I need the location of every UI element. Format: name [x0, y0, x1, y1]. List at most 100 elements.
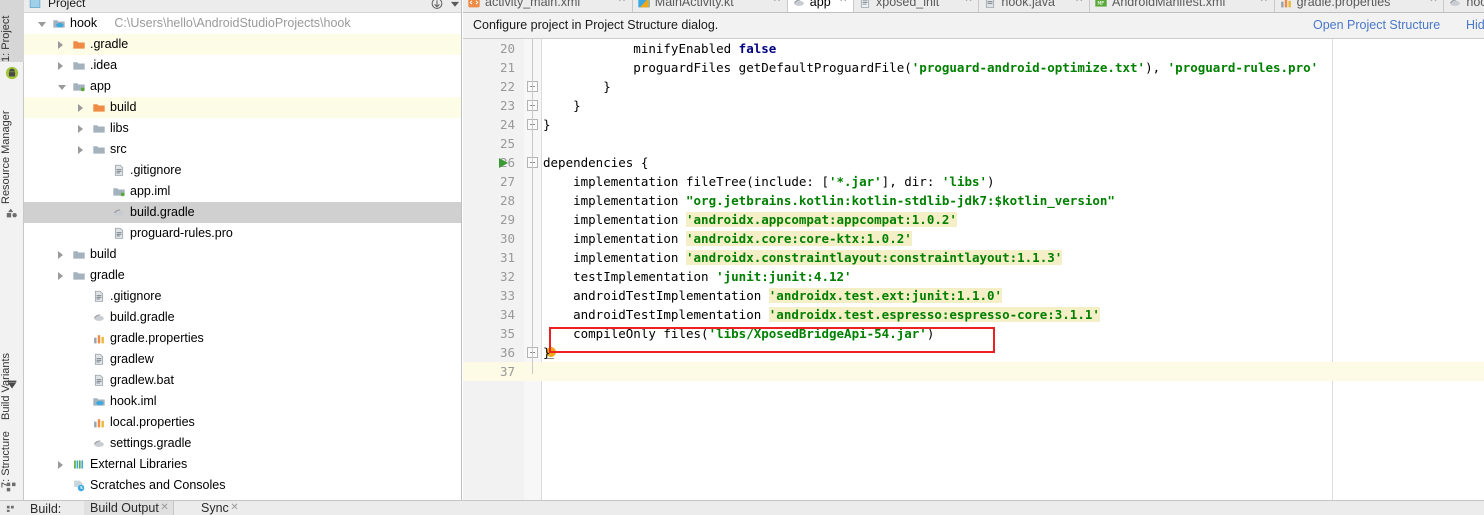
tree-item-external-libraries[interactable]: External Libraries	[24, 454, 461, 475]
project-panel-header: Project	[24, 0, 462, 13]
editor-tab-label: activity_main.xml	[485, 0, 581, 9]
chevron-right-icon[interactable]	[58, 62, 63, 70]
tree-item-hook-iml[interactable]: hook.iml	[24, 391, 461, 412]
chevron-down-icon[interactable]	[38, 22, 46, 27]
editor-tab-hook[interactable]: hook✕	[1444, 0, 1484, 12]
close-icon[interactable]: ✕	[1075, 0, 1085, 5]
editor-tab-mainactivity-kt[interactable]: MainActivity.kt ✕	[633, 0, 788, 12]
tree-item-label: settings.gradle	[110, 436, 192, 450]
toolwindow-button-resource-manager[interactable]: Resource Manager	[0, 86, 24, 204]
tree-item-app[interactable]: app	[24, 76, 461, 97]
code-editor[interactable]: 20 minifyEnabled false 21 proguardFiles g…	[463, 39, 1484, 500]
chevron-down-icon[interactable]	[58, 85, 66, 90]
editor-tab-activity-main-xml[interactable]: activity_main.xml ✕	[463, 0, 633, 12]
open-project-structure-link[interactable]: Open Project Structure	[1313, 18, 1440, 32]
code-line-29[interactable]: 29 implementation 'androidx.appcompat:ap…	[463, 210, 1484, 229]
close-icon[interactable]: ✕	[773, 0, 783, 5]
tree-item-label: hook.iml	[110, 394, 157, 408]
tree-item--gitignore[interactable]: .gitignore	[24, 286, 461, 307]
code-line-32[interactable]: 32 testImplementation 'junit:junit:4.12'	[463, 267, 1484, 286]
tree-item--gradle[interactable]: .gradle	[24, 34, 461, 55]
status-tab-build-output[interactable]: Build Output ✕	[84, 501, 174, 515]
collapse-all-icon[interactable]	[430, 0, 444, 10]
close-icon[interactable]: ✕	[160, 503, 168, 513]
editor-tab-label: xposed_init	[876, 0, 940, 9]
tree-item-hook[interactable]: hook C:\Users\hello\AndroidStudioProjects…	[24, 13, 461, 34]
tree-item-src[interactable]: src	[24, 139, 461, 160]
tree-item-build[interactable]: build	[24, 97, 461, 118]
line-number: 32	[499, 269, 515, 284]
code-line-23[interactable]: 23 }	[463, 96, 1484, 115]
tree-item-proguard-rules-pro[interactable]: proguard-rules.pro	[24, 223, 461, 244]
tree-item-build[interactable]: build	[24, 244, 461, 265]
show-toolwindows-icon[interactable]	[5, 503, 17, 514]
project-tree[interactable]: hook C:\Users\hello\AndroidStudioProjects…	[24, 13, 461, 496]
editor-tab-app[interactable]: app ✕	[787, 0, 854, 12]
editor-tab-xposed-init[interactable]: xposed_init ✕	[854, 0, 980, 12]
close-icon[interactable]: ✕	[964, 0, 974, 5]
tree-item--idea[interactable]: .idea	[24, 55, 461, 76]
code-text: implementation fileTree(include: ['*.jar…	[543, 174, 995, 189]
tree-item-gradlew-bat[interactable]: gradlew.bat	[24, 370, 461, 391]
tree-item-libs[interactable]: libs	[24, 118, 461, 139]
code-line-24[interactable]: 24}	[463, 115, 1484, 134]
tree-item--gitignore[interactable]: .gitignore	[24, 160, 461, 181]
code-line-30[interactable]: 30 implementation 'androidx.core:core-kt…	[463, 229, 1484, 248]
tree-item-gradlew[interactable]: gradlew	[24, 349, 461, 370]
chevron-right-icon[interactable]	[78, 125, 83, 133]
code-line-22[interactable]: 22 }	[463, 77, 1484, 96]
chevron-right-icon[interactable]	[78, 104, 83, 112]
code-line-31[interactable]: 31 implementation 'androidx.constraintla…	[463, 248, 1484, 267]
gradle-icon	[114, 209, 124, 216]
close-icon[interactable]: ✕	[230, 503, 238, 513]
editor-tab-gradle-properties[interactable]: gradle.properties ✕	[1275, 0, 1445, 12]
code-line-37[interactable]: 37	[463, 362, 1484, 381]
status-tab-sync[interactable]: Sync ✕	[195, 501, 243, 515]
chevron-right-icon[interactable]	[78, 146, 83, 154]
chevron-right-icon[interactable]	[58, 251, 63, 259]
tree-item-build-gradle[interactable]: build.gradle	[24, 307, 461, 328]
tree-item-local-properties[interactable]: local.properties	[24, 412, 461, 433]
code-line-28[interactable]: 28 implementation "org.jetbrains.kotlin:…	[463, 191, 1484, 210]
code-line-33[interactable]: 33 androidTestImplementation 'androidx.t…	[463, 286, 1484, 305]
tree-item-scratches-and-consoles[interactable]: Scratches and Consoles	[24, 475, 461, 496]
tree-item-build-gradle[interactable]: build.gradle	[24, 202, 461, 223]
toolwindow-button-structure[interactable]: 7: Structure	[0, 404, 24, 488]
tree-item-gradle[interactable]: gradle	[24, 265, 461, 286]
chevron-right-icon[interactable]	[58, 41, 63, 49]
code-line-26[interactable]: 26 dependencies {	[463, 153, 1484, 172]
close-icon[interactable]: ✕	[839, 0, 849, 5]
run-gutter-icon[interactable]	[499, 158, 508, 168]
editor-notification-bar: Configure project in Project Structure d…	[463, 13, 1484, 39]
chevron-right-icon[interactable]	[58, 461, 63, 469]
resource-manager-icon	[6, 208, 17, 218]
gradle-icon	[1450, 0, 1461, 6]
android-studio-window: 1: Project Resource Manager Build Varian…	[0, 0, 1484, 515]
status-build-label[interactable]: Build:	[30, 502, 61, 515]
gradle-icon	[793, 0, 804, 6]
code-line-21[interactable]: 21 proguardFiles getDefaultProguardFile(…	[463, 58, 1484, 77]
close-icon[interactable]: ✕	[1429, 0, 1439, 5]
tree-item-gradle-properties[interactable]: gradle.properties	[24, 328, 461, 349]
code-line-27[interactable]: 27 implementation fileTree(include: ['*.…	[463, 172, 1484, 191]
code-line-25[interactable]: 25	[463, 134, 1484, 153]
close-icon[interactable]: ✕	[618, 0, 628, 5]
tree-item-label: local.properties	[110, 415, 195, 429]
code-line-34[interactable]: 34 androidTestImplementation 'androidx.t…	[463, 305, 1484, 324]
toolwindow-button-project[interactable]: 1: Project	[0, 0, 24, 62]
chevron-right-icon[interactable]	[58, 272, 63, 280]
editor-tab-label: hook	[1466, 0, 1484, 9]
tree-item-label: app	[90, 79, 111, 93]
settings-gear-icon[interactable]	[448, 0, 462, 10]
close-icon[interactable]: ✕	[1260, 0, 1270, 5]
editor-tab-bar[interactable]: activity_main.xml✕MainActivity.kt✕app✕xp…	[463, 0, 1484, 13]
hide-notification-link[interactable]: Hid	[1466, 18, 1484, 32]
code-line-20[interactable]: 20 minifyEnabled false	[463, 39, 1484, 58]
tree-item-app-iml[interactable]: app.iml	[24, 181, 461, 202]
tree-item-settings-gradle[interactable]: settings.gradle	[24, 433, 461, 454]
line-number: 24	[499, 117, 515, 132]
editor-tab-hook-java[interactable]: hook.java ✕	[979, 0, 1090, 12]
code-line-35[interactable]: 35 compileOnly files('libs/XposedBridgeA…	[463, 324, 1484, 343]
editor-tab-androidmanifest-xml[interactable]: MF AndroidManifest.xml ✕	[1090, 0, 1275, 12]
code-line-36[interactable]: 36}	[463, 343, 1484, 362]
